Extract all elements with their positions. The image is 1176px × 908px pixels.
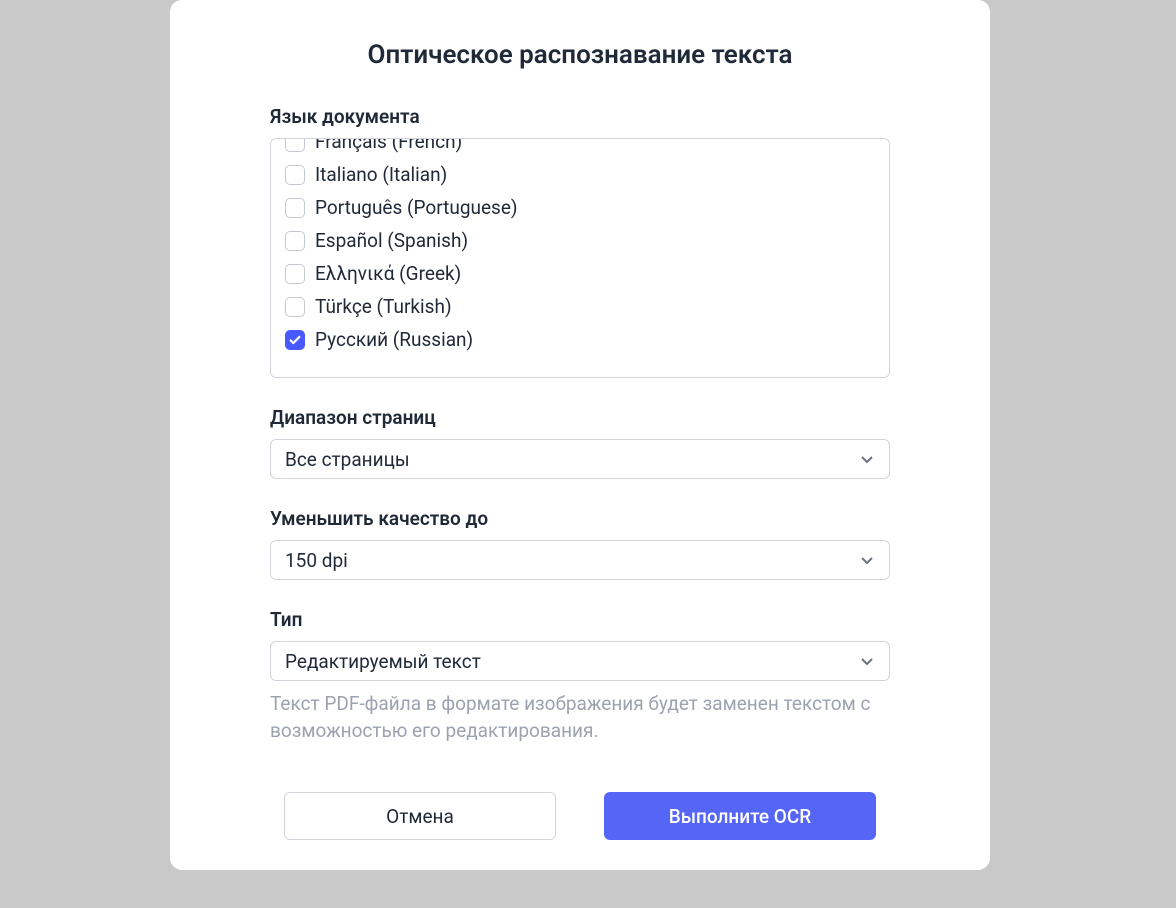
language-label: Русский (Russian) [315,328,473,351]
language-label: Français (French) [315,138,462,153]
language-label: Italiano (Italian) [315,163,447,186]
submit-button[interactable]: Выполните OCR [604,792,876,840]
language-item[interactable]: Português (Portuguese) [271,191,889,224]
page-range-value: Все страницы [285,448,410,471]
type-description: Текст PDF-файла в формате изображения бу… [270,691,890,744]
language-item[interactable]: Ελληνικά (Greek) [271,257,889,290]
language-item[interactable]: Русский (Russian) [271,323,889,356]
language-checkbox[interactable] [285,264,305,284]
quality-select[interactable]: 150 dpi [270,540,890,580]
language-item[interactable]: Español (Spanish) [271,224,889,257]
type-select[interactable]: Редактируемый текст [270,641,890,681]
cancel-button[interactable]: Отмена [284,792,556,840]
language-checkbox[interactable] [285,330,305,350]
language-checkbox[interactable] [285,297,305,317]
language-item[interactable]: Italiano (Italian) [271,158,889,191]
type-label: Тип [270,608,890,631]
quality-value: 150 dpi [285,549,348,572]
language-checkbox[interactable] [285,198,305,218]
language-checkbox[interactable] [285,165,305,185]
modal-title: Оптическое распознавание текста [270,40,890,70]
language-list: Français (French) Italiano (Italian) Portu… [271,138,889,356]
type-value: Редактируемый текст [285,650,481,673]
chevron-down-icon [859,653,875,669]
language-checkbox[interactable] [285,138,305,152]
language-label: Türkçe (Turkish) [315,295,452,318]
chevron-down-icon [859,552,875,568]
language-item[interactable]: Français (French) [271,138,889,158]
language-label: Português (Portuguese) [315,196,518,219]
language-label: Ελληνικά (Greek) [315,262,461,285]
language-item[interactable]: Türkçe (Turkish) [271,290,889,323]
language-label: Español (Spanish) [315,229,468,252]
document-language-label: Язык документа [270,105,890,128]
quality-label: Уменьшить качество до [270,507,890,530]
ocr-modal: Оптическое распознавание текста Язык док… [170,0,990,870]
button-row: Отмена Выполните OCR [270,792,890,840]
language-checkbox[interactable] [285,231,305,251]
page-range-label: Диапазон страниц [270,406,890,429]
chevron-down-icon [859,451,875,467]
language-list-box[interactable]: Français (French) Italiano (Italian) Portu… [270,138,890,378]
page-range-select[interactable]: Все страницы [270,439,890,479]
